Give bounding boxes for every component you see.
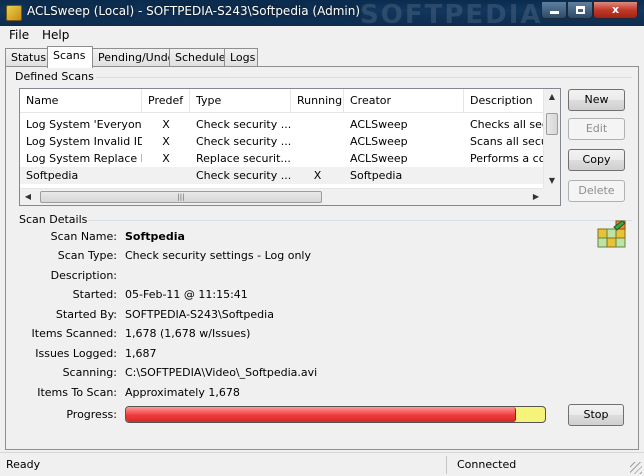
maximize-icon	[575, 6, 585, 14]
scroll-up-icon[interactable]: ▲	[544, 89, 560, 105]
cell-creator: Softpedia	[350, 169, 403, 182]
cell-name: Log System Invalid ID	[26, 135, 142, 148]
cell-type: Check security ...	[196, 135, 291, 148]
connection-status: Connected	[457, 458, 517, 471]
hscroll-thumb[interactable]: |||	[40, 191, 322, 203]
cell-predef: X	[162, 118, 170, 131]
col-header-name[interactable]: Name	[20, 89, 142, 113]
table-row[interactable]: Log System 'Everyon... X Check security …	[20, 116, 544, 133]
cell-type: Check security ...	[196, 118, 291, 131]
edit-scan-button[interactable]: Edit	[568, 118, 625, 140]
close-button[interactable]: x	[593, 1, 638, 19]
description-label: Description:	[50, 269, 117, 282]
col-header-description[interactable]: Description	[464, 89, 544, 113]
issues-logged-value: 1,687	[125, 347, 157, 360]
status-bar: Ready Connected	[0, 452, 644, 476]
col-header-type[interactable]: Type	[190, 89, 291, 113]
new-scan-button[interactable]: New	[568, 89, 625, 111]
scan-type-label: Scan Type:	[57, 249, 117, 262]
cell-creator: ACLSweep	[350, 135, 408, 148]
col-header-predef[interactable]: Predef	[142, 89, 190, 113]
stop-scan-button[interactable]: Stop	[568, 404, 624, 426]
vscroll-thumb[interactable]	[546, 113, 558, 135]
scans-list-hscrollbar[interactable]: ◀ ||| ▶	[20, 188, 544, 205]
scroll-left-icon[interactable]: ◀	[20, 189, 36, 205]
scans-list-vscrollbar[interactable]: ▲ ▼	[543, 89, 560, 189]
scan-name-label: Scan Name:	[50, 230, 117, 243]
tab-status[interactable]: Status	[5, 48, 48, 67]
minimize-icon	[549, 11, 559, 14]
scan-details-divider	[88, 220, 632, 221]
cell-running	[291, 133, 344, 150]
scans-panel: Defined Scans Name Predef Type Running C…	[5, 66, 639, 450]
menu-bar: File Help	[0, 26, 644, 46]
col-header-creator[interactable]: Creator	[344, 89, 464, 113]
tab-scans[interactable]: Scans	[47, 46, 93, 68]
cell-description: Checks all secu	[470, 118, 544, 131]
tab-logs[interactable]: Logs	[224, 48, 258, 67]
items-to-scan-value: Approximately 1,678	[125, 386, 240, 399]
table-row[interactable]: Log System Replace ID X Replace securit.…	[20, 150, 544, 167]
scan-type-value: Check security settings - Log only	[125, 249, 311, 262]
scan-name-value: Softpedia	[125, 230, 185, 243]
scanning-label: Scanning:	[62, 366, 117, 379]
cell-type: Check security ...	[196, 169, 291, 182]
cell-name: Log System Replace ID	[26, 152, 142, 165]
scan-details-label: Scan Details	[19, 213, 88, 226]
cell-running	[291, 116, 344, 133]
started-by-value: SOFTPEDIA-S243\Softpedia	[125, 308, 274, 321]
cell-creator: ACLSweep	[350, 152, 408, 165]
resize-grip-icon[interactable]	[630, 462, 642, 474]
scroll-down-icon[interactable]: ▼	[544, 173, 560, 189]
cell-predef	[142, 167, 190, 184]
started-value: 05-Feb-11 @ 11:15:41	[125, 288, 248, 301]
scans-list-header: Name Predef Type Running Creator Descrip…	[20, 89, 544, 113]
started-label: Started:	[72, 288, 117, 301]
cell-running: X	[313, 169, 322, 182]
items-scanned-label: Items Scanned:	[31, 327, 117, 340]
cell-description	[464, 167, 544, 184]
cell-name: Softpedia	[26, 169, 79, 182]
defined-scans-label: Defined Scans	[15, 70, 94, 83]
app-icon[interactable]	[6, 5, 22, 21]
table-row[interactable]: Log System Invalid ID X Check security .…	[20, 133, 544, 150]
delete-scan-button[interactable]: Delete	[568, 180, 625, 202]
status-text: Ready	[6, 458, 41, 471]
menu-help[interactable]: Help	[38, 28, 73, 42]
progress-label: Progress:	[66, 408, 117, 421]
cell-predef: X	[162, 135, 170, 148]
table-row-selected[interactable]: Softpedia Check security ... X Softpedia	[20, 167, 544, 184]
defined-scans-divider	[96, 77, 632, 78]
menu-file[interactable]: File	[5, 28, 33, 42]
scan-progress-fill	[126, 407, 516, 422]
issues-logged-label: Issues Logged:	[35, 347, 117, 360]
cell-running	[291, 150, 344, 167]
started-by-label: Started By:	[55, 308, 117, 321]
cell-type: Replace securit...	[196, 152, 291, 165]
aclsweep-logo-icon	[597, 220, 626, 248]
window-title: ACLSweep (Local) - SOFTPEDIA-S243\Softpe…	[27, 4, 361, 18]
minimize-button[interactable]	[541, 1, 567, 19]
cell-name: Log System 'Everyon...	[26, 118, 142, 131]
cell-predef: X	[162, 152, 170, 165]
scans-list[interactable]: Name Predef Type Running Creator Descrip…	[19, 88, 561, 206]
scan-progress-bar	[125, 406, 546, 423]
status-separator	[446, 456, 447, 474]
maximize-button[interactable]	[567, 1, 593, 19]
cell-description: Scans all secur	[470, 135, 544, 148]
copy-scan-button[interactable]: Copy	[568, 149, 625, 171]
col-header-running[interactable]: Running	[291, 89, 344, 113]
cell-description: Performs a con	[470, 152, 544, 165]
tab-pending-undo[interactable]: Pending/Undo	[92, 48, 174, 67]
cell-creator: ACLSweep	[350, 118, 408, 131]
scroll-right-icon[interactable]: ▶	[528, 189, 544, 205]
scroll-corner	[543, 188, 560, 205]
close-icon: x	[611, 3, 620, 16]
tab-schedule[interactable]: Schedule	[169, 48, 226, 67]
title-bar[interactable]: ACLSweep (Local) - SOFTPEDIA-S243\Softpe…	[0, 0, 644, 30]
items-scanned-value: 1,678 (1,678 w/Issues)	[125, 327, 251, 340]
scanning-value: C:\SOFTPEDIA\Video\_Softpedia.avi	[125, 366, 318, 379]
items-to-scan-label: Items To Scan:	[37, 386, 117, 399]
